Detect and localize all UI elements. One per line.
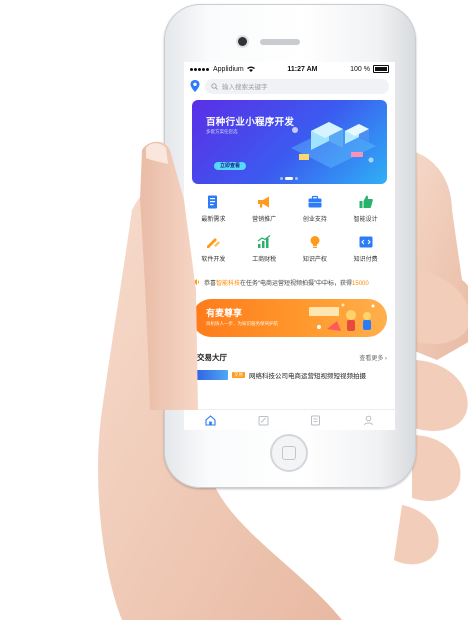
celebration-illustration xyxy=(309,303,375,331)
banner-subtitle: 多套方案任您选 xyxy=(206,129,238,134)
trade-tag: 交易 xyxy=(232,372,245,378)
thumb-illustration xyxy=(140,141,198,410)
category-business-tax[interactable]: 工商财税 xyxy=(239,234,290,263)
notice-amount: 15000 xyxy=(352,280,369,287)
carrier-label: Applidium xyxy=(213,65,244,73)
edit-icon xyxy=(258,415,269,425)
trade-hall-header: 交易大厅 查看更多 › xyxy=(192,351,387,363)
category-paid-knowledge[interactable]: 知识付费 xyxy=(340,234,391,263)
banner-button[interactable]: 立即查看 xyxy=(214,162,247,170)
tab-home[interactable] xyxy=(204,414,216,426)
tab-profile[interactable] xyxy=(363,414,375,426)
code-icon xyxy=(359,236,373,248)
tab-tasks[interactable] xyxy=(257,414,269,426)
home-icon xyxy=(205,414,216,426)
megaphone-icon xyxy=(258,196,270,208)
banner-pager xyxy=(280,177,298,180)
chevron-right-icon: › xyxy=(383,355,387,362)
search-input[interactable]: 输入搜索关键字 xyxy=(205,78,389,94)
battery-percent: 100 % xyxy=(350,65,370,73)
category-smart-design[interactable]: 智能设计 xyxy=(340,194,391,223)
home-button[interactable] xyxy=(270,434,308,472)
promo-banner[interactable]: 百种行业小程序开发 多套方案任您选 立即查看 xyxy=(192,100,387,184)
winning-notice[interactable]: 恭喜智能科技在任务“电商运营短视频拍摄”中中标，获得15000 xyxy=(192,275,387,289)
search-placeholder: 输入搜索关键字 xyxy=(222,84,268,91)
category-intellectual-property[interactable]: 知识产权 xyxy=(290,234,341,263)
status-bar: Applidium 11:27 AM 100 % xyxy=(184,62,395,76)
user-icon xyxy=(364,415,374,425)
wifi-icon xyxy=(246,66,255,72)
search-row: 输入搜索关键字 xyxy=(184,76,395,96)
see-more-link[interactable]: 查看更多 › xyxy=(359,353,387,362)
notice-company: 智能科技 xyxy=(216,280,241,287)
clock: 11:27 AM xyxy=(287,65,318,73)
thumbs-up-icon xyxy=(359,195,373,208)
category-grid: 最新需求 营销推广 创业支持 智能设计 软件开发 工商财税 知识产权 知识付费 xyxy=(188,194,391,263)
location-pin-icon[interactable] xyxy=(190,80,200,92)
category-marketing[interactable]: 营销推广 xyxy=(239,194,290,223)
trade-title: 网络科技公司电商运营短视频短视频拍摄 xyxy=(249,373,366,380)
front-camera xyxy=(238,37,247,46)
trade-list-item[interactable]: 交易 网络科技公司电商运营短视频短视频拍摄 xyxy=(192,369,387,381)
chart-icon xyxy=(257,235,271,248)
tab-orders[interactable] xyxy=(310,414,322,426)
search-icon xyxy=(211,82,218,90)
category-startup-support[interactable]: 创业支持 xyxy=(290,194,341,223)
earpiece-speaker xyxy=(260,39,300,45)
isometric-illustration xyxy=(291,122,376,168)
briefcase-icon xyxy=(308,195,322,208)
lightbulb-icon xyxy=(310,236,320,248)
vip-promo-banner[interactable]: 有麦尊享 商机快人一步，为知识服务保驾护航 xyxy=(192,299,387,337)
list-icon xyxy=(311,415,321,425)
signal-dots-icon xyxy=(190,66,210,73)
battery-icon xyxy=(372,65,389,73)
bottom-tab-bar xyxy=(184,409,395,430)
